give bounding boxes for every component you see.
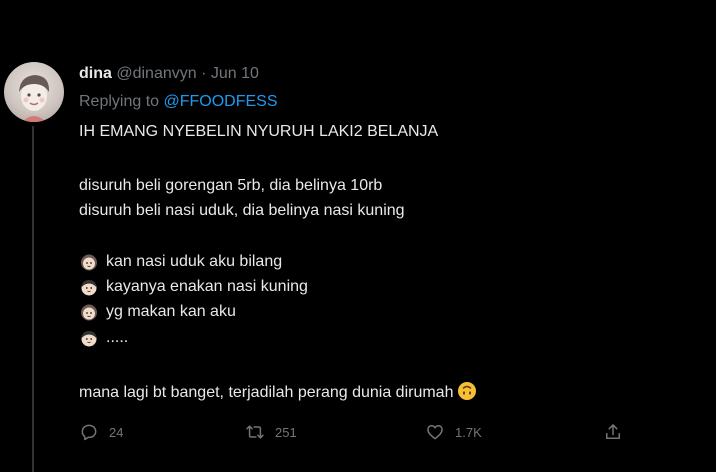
author-display-name[interactable]: dina: [79, 65, 112, 82]
tweet-text-line: disuruh beli gorengan 5rb, dia belinya 1…: [79, 177, 383, 194]
upside-down-face-icon: [458, 382, 477, 400]
share-button[interactable]: [603, 420, 633, 444]
tweet-actions: 24 251 1.7K: [79, 420, 639, 444]
replying-to-mention[interactable]: @FFOODFESS: [164, 93, 278, 110]
retweet-button[interactable]: 251: [245, 420, 297, 444]
tweet[interactable]: dina @dinanvyn · Jun 10 Replying to @FFO…: [0, 0, 716, 472]
dialog-text: yg makan kan aku: [106, 303, 236, 320]
dialog-line: yg makan kan aku: [80, 302, 236, 322]
dialog-line: kan nasi uduk aku bilang: [80, 252, 282, 272]
tweet-header: dina @dinanvyn · Jun 10: [79, 64, 259, 84]
reply-button[interactable]: 24: [79, 420, 123, 444]
dialog-text: .....: [106, 329, 129, 346]
dialog-text: kayanya enakan nasi kuning: [106, 278, 308, 295]
girl-face-icon: [81, 254, 97, 271]
retweet-icon: [246, 425, 264, 439]
tweet-text-line: mana lagi bt banget, terjadilah perang d…: [79, 381, 477, 403]
like-count: 1.7K: [455, 424, 482, 440]
dialog-line: .....: [80, 328, 128, 348]
tweet-text-line: IH EMANG NYEBELIN NYURUH LAKI2 BELANJA: [79, 123, 439, 140]
retweet-count: 251: [275, 424, 297, 440]
tweet-date[interactable]: Jun 10: [211, 65, 259, 82]
closing-text: mana lagi bt banget, terjadilah perang d…: [79, 384, 454, 401]
replying-to: Replying to @FFOODFESS: [79, 92, 278, 112]
girl-face-icon: [81, 304, 97, 321]
like-button[interactable]: 1.7K: [425, 420, 482, 444]
heart-icon: [427, 425, 443, 440]
dialog-line: kayanya enakan nasi kuning: [80, 277, 308, 297]
author-handle[interactable]: @dinanvyn: [116, 65, 196, 82]
boy-face-icon: [81, 331, 97, 347]
reply-icon: [81, 424, 97, 441]
replying-to-label: Replying to: [79, 93, 160, 110]
share-icon: [606, 424, 620, 439]
thread-line: [32, 126, 34, 472]
tweet-text-line: disuruh beli nasi uduk, dia belinya nasi…: [79, 202, 405, 219]
avatar[interactable]: [4, 62, 64, 122]
separator-dot: ·: [201, 65, 207, 82]
dialog-text: kan nasi uduk aku bilang: [106, 253, 283, 270]
reply-count: 24: [109, 424, 124, 440]
boy-face-icon: [81, 280, 97, 296]
avatar-illustration: [19, 75, 50, 122]
